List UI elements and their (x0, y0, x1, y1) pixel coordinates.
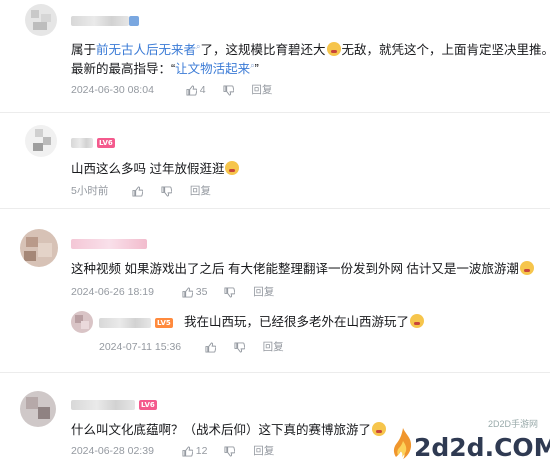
reply-button[interactable]: 回复 (253, 445, 274, 457)
level-badge (129, 16, 139, 26)
level-badge: LV5 (155, 318, 173, 328)
avatar[interactable] (20, 391, 56, 427)
cat-emoji-icon (410, 314, 425, 328)
comment-text: 什么叫文化底蕴啊？（战术后仰）这下真的赛博旅游了 (71, 421, 387, 439)
thumbs-up-icon[interactable] (182, 287, 193, 298)
reply-username[interactable] (99, 318, 151, 328)
comment-meta: 2024-06-28 02:39 12 回复 (71, 444, 274, 458)
reply-text: 我在山西玩，已经很多老外在山西游玩了 (184, 313, 425, 331)
wink-emoji-icon (225, 161, 240, 175)
reply-avatar[interactable] (71, 311, 93, 333)
comment-text: 这种视频 如果游戏出了之后 有大佬能整理翻译一份发到外网 估计又是一波旅游潮 (71, 260, 535, 278)
like-count: 12 (195, 445, 208, 457)
username[interactable] (71, 138, 93, 148)
thumbs-up-icon[interactable] (132, 186, 144, 197)
username[interactable] (71, 400, 135, 410)
like-count: 4 (199, 84, 206, 96)
username[interactable] (71, 239, 147, 249)
thumbs-down-icon[interactable] (224, 446, 236, 457)
flame-logo-icon (393, 428, 412, 459)
avatar[interactable] (25, 4, 57, 36)
reply-meta: 2024-07-11 15:36 回复 (99, 340, 284, 354)
reply-button[interactable]: 回复 (253, 286, 274, 298)
avatar[interactable] (20, 229, 58, 267)
level-badge: LV6 (97, 138, 115, 148)
level-badge: LV6 (139, 400, 157, 410)
timestamp: 2024-06-26 18:19 (71, 286, 154, 298)
watermark-text: 2d2d.COM (414, 433, 550, 462)
reply-button[interactable]: 回复 (190, 185, 211, 197)
watermark: 2D2D手游网 2d2d.COM (390, 419, 550, 465)
reply-button[interactable]: 回复 (251, 84, 272, 96)
thumbs-down-icon[interactable] (224, 287, 236, 298)
like-count: 35 (195, 286, 208, 298)
thumbs-down-icon[interactable] (234, 342, 245, 353)
timestamp: 2024-06-30 08:04 (71, 84, 154, 96)
comment-meta: 2024-06-30 08:04 4 回复 (71, 83, 272, 97)
keyword-link[interactable]: 前无古人后无来者 (96, 43, 196, 57)
comment-text: 山西这么多吗 过年放假逛逛 (71, 160, 240, 178)
comment-meta: 2024-06-26 18:19 35 回复 (71, 285, 274, 299)
thumbs-up-icon[interactable] (205, 342, 216, 353)
shocked-emoji-icon (372, 422, 387, 436)
comment-meta: 5小时前 回复 (71, 184, 211, 198)
thumbs-down-icon[interactable] (161, 186, 173, 197)
reply-button[interactable]: 回复 (263, 341, 284, 353)
watermark-subtitle: 2D2D手游网 (487, 419, 538, 429)
thumbs-up-icon[interactable] (186, 85, 197, 96)
cat-emoji-icon (519, 261, 534, 275)
avatar[interactable] (25, 125, 57, 157)
comment-3: 这种视频 如果游戏出了之后 有大佬能整理翻译一份发到外网 估计又是一波旅游潮 2… (0, 209, 550, 367)
thumbs-up-icon[interactable] (182, 446, 193, 457)
comment-text-line2: 最新的最高指导：“让文物活起来⌕” (71, 61, 259, 77)
timestamp: 2024-06-28 02:39 (71, 445, 154, 457)
thumbs-down-icon[interactable] (222, 85, 234, 96)
keyword-link[interactable]: 让文物活起来 (175, 62, 250, 76)
timestamp: 5小时前 (71, 185, 109, 197)
timestamp: 2024-07-11 15:36 (99, 341, 182, 353)
comment-text: 属于前无古人后无来者⌕了，这规模比育碧还大 无敌，就凭这个，上面肯定坚决里推。 (71, 42, 550, 58)
comment-1: 属于前无古人后无来者⌕了，这规模比育碧还大 无敌，就凭这个，上面肯定坚决里推。 最… (0, 0, 550, 108)
shocked-emoji-icon (326, 42, 341, 57)
comment-2: LV6 山西这么多吗 过年放假逛逛 5小时前 回复 (0, 113, 550, 203)
username[interactable] (71, 16, 129, 26)
